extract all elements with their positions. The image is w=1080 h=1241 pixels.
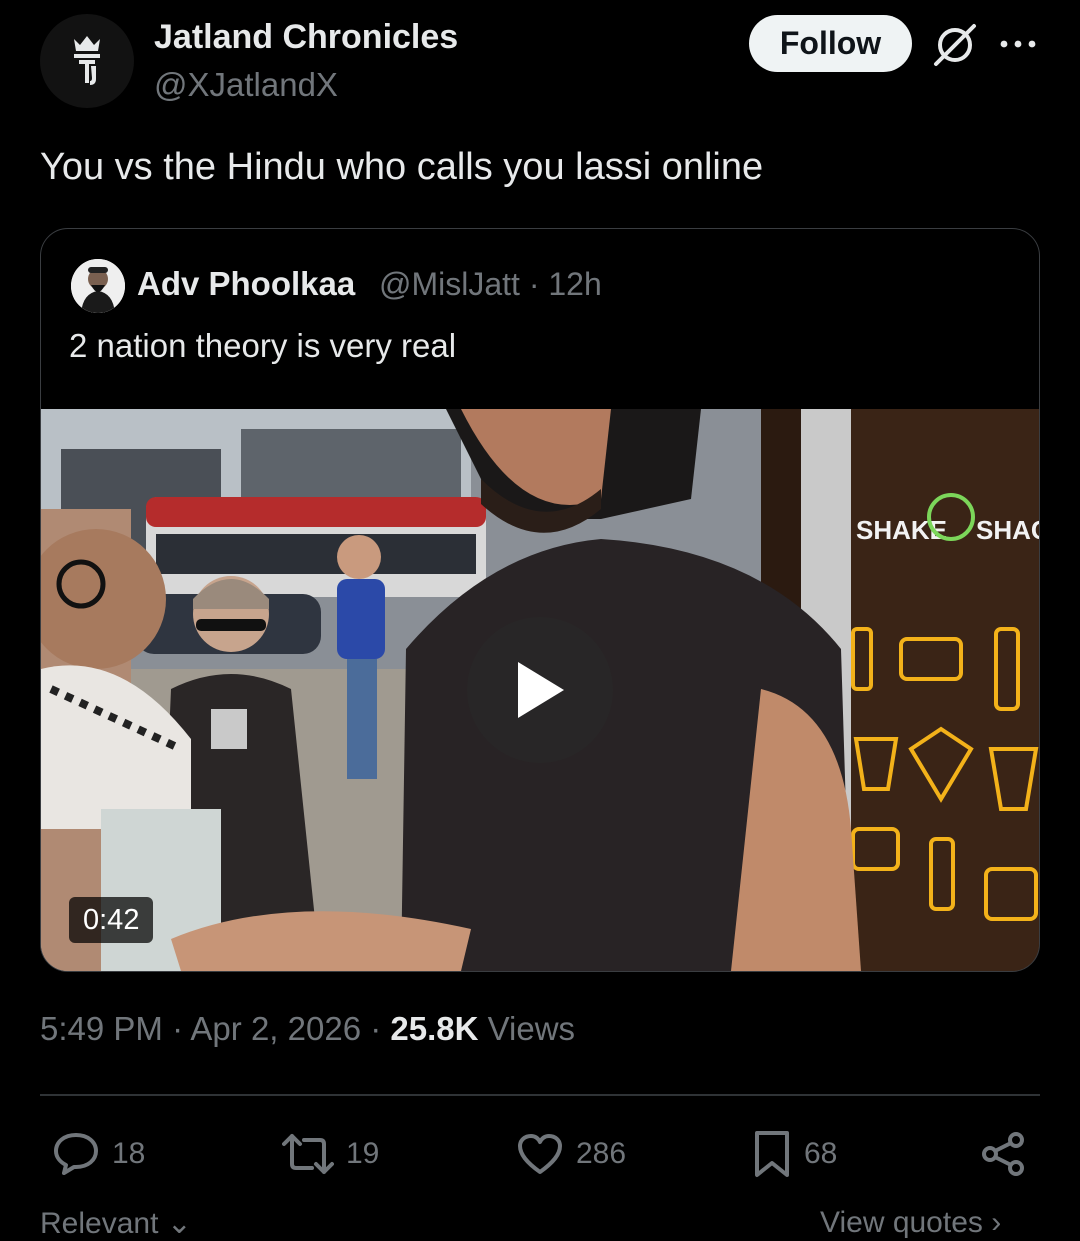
repost-icon (282, 1134, 334, 1174)
author-name[interactable]: Jatland Chronicles (154, 18, 458, 57)
share-icon (982, 1132, 1024, 1176)
grok-icon[interactable] (932, 22, 978, 68)
reply-count: 18 (112, 1137, 146, 1170)
reply-button[interactable]: 18 (52, 1128, 145, 1180)
tweet-date: Apr 2, 2026 (190, 1010, 362, 1047)
repost-count: 19 (346, 1137, 380, 1170)
reply-icon (54, 1133, 98, 1175)
tweet-text: You vs the Hindu who calls you lassi onl… (40, 146, 764, 188)
divider (40, 1094, 1040, 1096)
relevant-sort-button[interactable]: Relevant ⌄ (40, 1206, 192, 1241)
chevron-down-icon: ⌄ (166, 1207, 192, 1240)
like-button[interactable]: 286 (516, 1128, 626, 1180)
crown-logo-icon (74, 36, 100, 85)
author-handle[interactable]: @XJatlandX (154, 66, 338, 104)
repost-button[interactable]: 19 (282, 1128, 379, 1180)
views-count: 25.8K (390, 1010, 479, 1047)
relevant-label: Relevant (40, 1207, 159, 1240)
quoted-tweet-card[interactable]: Adv Phoolkaa @MislJatt · 12h 2 nation th… (40, 228, 1040, 972)
view-quotes-label: View quotes (820, 1206, 983, 1239)
play-button[interactable] (467, 617, 613, 763)
quote-author-avatar[interactable] (71, 259, 125, 313)
like-count: 286 (576, 1137, 627, 1170)
video-duration: 0:42 (69, 897, 154, 943)
share-button[interactable] (980, 1128, 1038, 1180)
tweet-time: 5:49 PM (40, 1010, 163, 1047)
quote-text: 2 nation theory is very real (69, 327, 457, 364)
quote-author-name[interactable]: Adv Phoolkaa (137, 265, 355, 303)
bookmark-icon (755, 1131, 789, 1177)
person-avatar-icon (71, 259, 125, 313)
bookmark-count: 68 (804, 1137, 838, 1170)
heart-icon (518, 1134, 562, 1174)
meta-separator: · (172, 1010, 191, 1047)
views-label: Views (487, 1010, 576, 1047)
meta-separator: · (370, 1010, 391, 1047)
bookmark-button[interactable]: 68 (752, 1128, 837, 1180)
quote-author-meta: @MislJatt · 12h (379, 266, 602, 302)
more-icon[interactable] (998, 34, 1038, 54)
play-icon (518, 662, 564, 718)
tweet-metadata: 5:49 PM · Apr 2, 2026 · 25.8K Views (40, 1010, 575, 1048)
chevron-right-icon: › (991, 1206, 1002, 1239)
storefront-text-2: SHAC (976, 515, 1039, 545)
author-avatar[interactable] (40, 14, 134, 108)
follow-button[interactable]: Follow (749, 15, 912, 72)
view-quotes-link[interactable]: View quotes › (820, 1206, 1001, 1240)
video-player[interactable]: SHAKE SHAC (41, 409, 1039, 971)
